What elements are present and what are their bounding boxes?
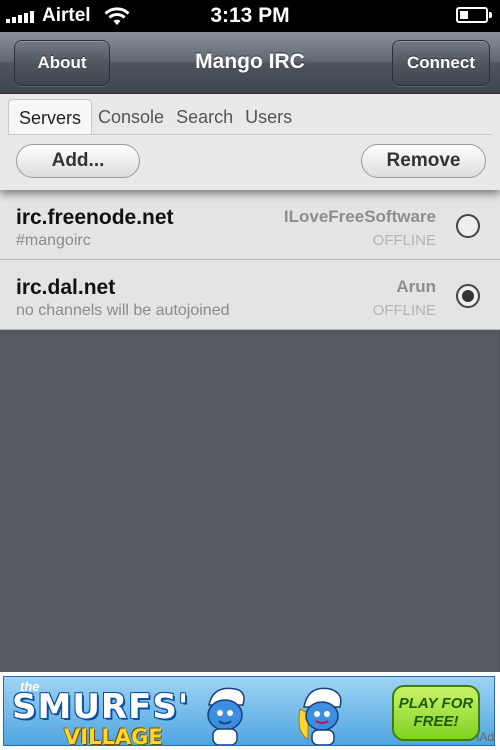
battery-icon: [456, 7, 492, 23]
empty-list-background: [0, 330, 500, 672]
server-host: irc.dal.net: [16, 276, 116, 299]
server-nick: ILoveFreeSoftware: [283, 207, 436, 226]
ad-title: SMURFS': [12, 687, 190, 727]
ad-cta-line2: FREE!: [413, 713, 459, 730]
server-select-radio[interactable]: [456, 214, 480, 238]
clock: 3:13 PM: [210, 4, 290, 27]
server-nick: Arun: [396, 277, 436, 296]
smurfette-character-icon: [298, 687, 342, 745]
tab-divider: [8, 134, 492, 135]
connect-button[interactable]: Connect: [392, 40, 490, 86]
play-for-free-button[interactable]: PLAY FOR FREE!: [392, 685, 480, 741]
navigation-bar: About Mango IRC Connect: [0, 32, 500, 94]
status-bar: Airtel 3:13 PM: [0, 0, 500, 32]
tabs-panel: Servers Console Search Users Add... Remo…: [0, 94, 500, 190]
tab-search[interactable]: Search: [170, 99, 239, 135]
tab-users[interactable]: Users: [239, 99, 298, 135]
server-channels: no channels will be autojoined: [16, 302, 230, 319]
remove-server-button[interactable]: Remove: [361, 144, 486, 178]
server-row[interactable]: irc.dal.net no channels will be autojoin…: [0, 260, 500, 330]
ad-subtitle: VILLAGE: [64, 725, 163, 746]
server-status: OFFLINE: [372, 302, 436, 319]
ad-banner[interactable]: the SMURFS' VILLAGE PLAY FOR FREE! iAd: [0, 672, 500, 750]
tab-bar: Servers Console Search Users: [8, 99, 298, 135]
add-server-button[interactable]: Add...: [16, 144, 140, 178]
server-list: irc.freenode.net #mangoirc ILoveFreeSoft…: [0, 190, 500, 330]
ad-creative[interactable]: the SMURFS' VILLAGE PLAY FOR FREE!: [3, 676, 495, 746]
tab-console[interactable]: Console: [92, 99, 170, 135]
server-select-radio[interactable]: [456, 284, 480, 308]
server-channels: #mangoirc: [16, 232, 91, 249]
ad-cta-line1: PLAY FOR: [398, 695, 474, 712]
iad-label: iAd: [476, 730, 494, 744]
tab-servers[interactable]: Servers: [8, 99, 93, 135]
server-status: OFFLINE: [372, 232, 436, 249]
smurf-character-icon: [207, 687, 245, 745]
server-row[interactable]: irc.freenode.net #mangoirc ILoveFreeSoft…: [0, 190, 500, 260]
server-host: irc.freenode.net: [16, 206, 174, 229]
